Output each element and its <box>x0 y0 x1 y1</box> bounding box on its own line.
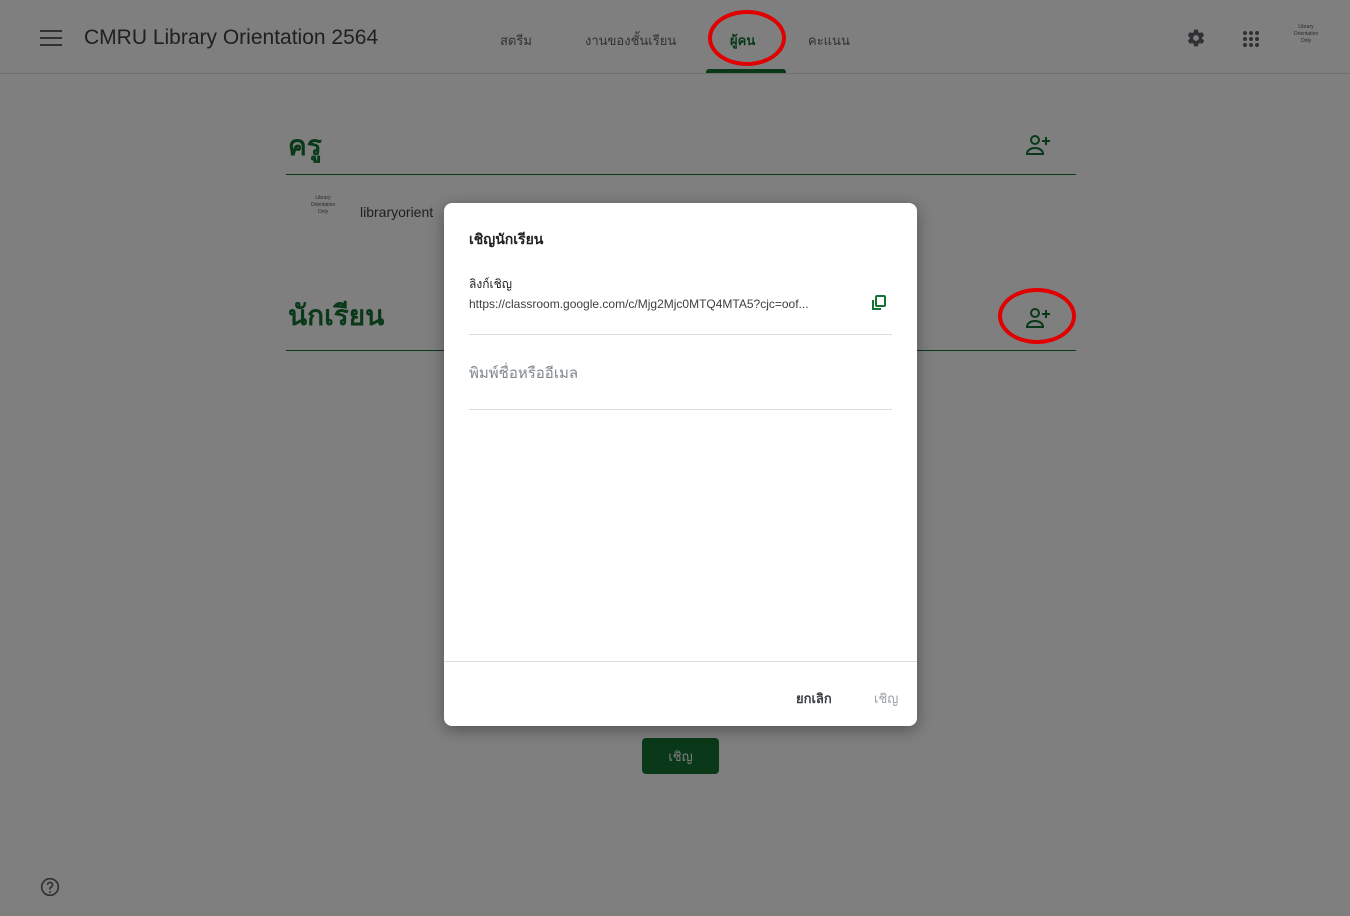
highlight-ring-people-tab <box>708 10 786 66</box>
invite-button[interactable]: เชิญ <box>874 688 898 709</box>
invite-link-url[interactable]: https://classroom.google.com/c/Mjg2Mjc0M… <box>469 297 854 311</box>
input-underline <box>469 409 892 410</box>
dialog-title: เชิญนักเรียน <box>469 232 544 248</box>
copy-icon[interactable] <box>871 295 887 311</box>
name-or-email-input[interactable] <box>469 358 892 388</box>
cancel-button[interactable]: ยกเลิก <box>796 688 832 709</box>
dialog-divider <box>469 334 892 335</box>
invite-students-dialog: เชิญนักเรียน ลิงก์เชิญ https://classroom… <box>444 203 917 726</box>
invite-link-label: ลิงก์เชิญ <box>469 277 512 291</box>
dialog-footer-divider <box>444 661 917 662</box>
highlight-ring-add-student <box>998 288 1076 344</box>
